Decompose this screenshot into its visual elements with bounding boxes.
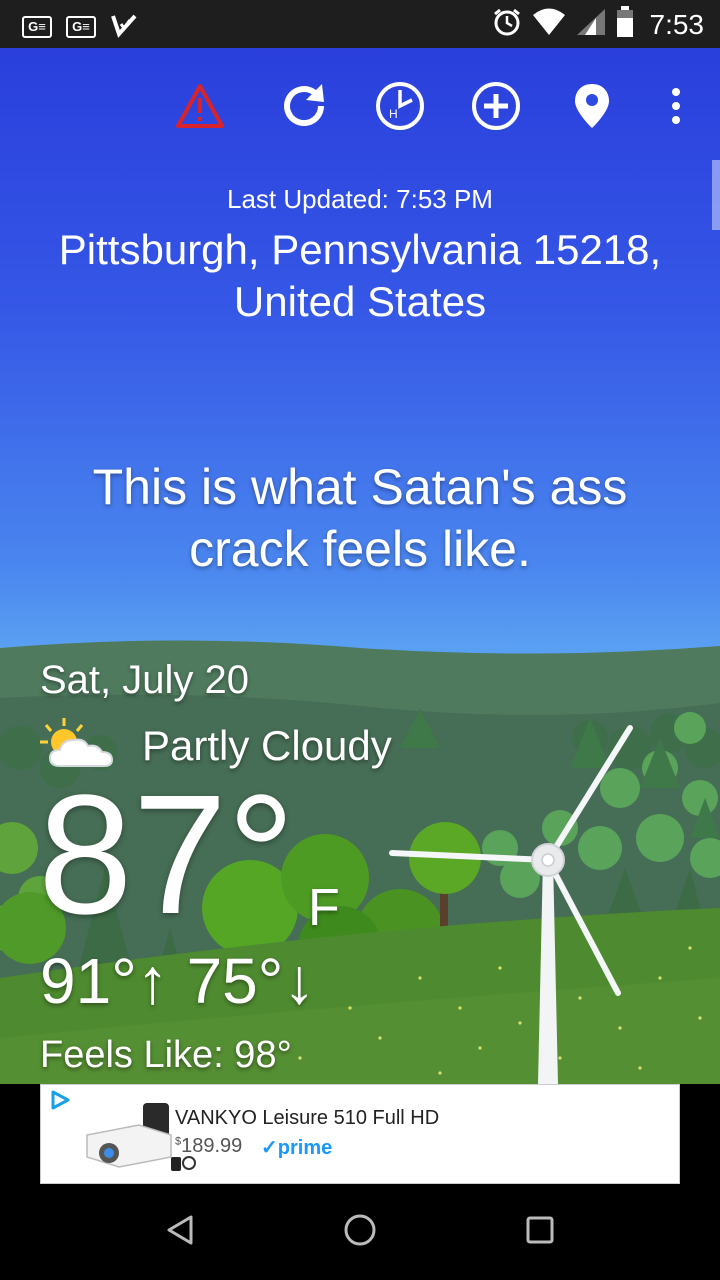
forecast-date: Sat, July 20 [40, 658, 250, 702]
weather-phrase: This is what Satan's ass crack feels lik… [92, 459, 628, 577]
hourly-button[interactable]: H [370, 78, 430, 138]
back-button[interactable] [156, 1208, 204, 1256]
last-updated: Last Updated: 7:53 PM [227, 184, 493, 214]
status-right: 7:53 [492, 6, 705, 43]
recents-button[interactable] [516, 1208, 564, 1256]
back-icon [165, 1214, 195, 1251]
ad-title: VANKYO Leisure 510 Full HD [175, 1107, 440, 1129]
status-bar: G≡ G≡ 7:53 [0, 0, 720, 48]
hourly-icon: H [374, 80, 426, 137]
home-button[interactable] [336, 1208, 384, 1256]
battery-icon [616, 6, 634, 43]
alert-button[interactable] [170, 78, 230, 138]
navigation-bar [0, 1184, 720, 1280]
location-button[interactable] [562, 78, 622, 138]
alert-icon [175, 83, 225, 134]
toolbar: H [0, 78, 720, 138]
current-temperature: 87° [38, 760, 296, 950]
hourly-letter: H [389, 107, 398, 121]
status-time: 7:53 [649, 8, 705, 40]
location-name: Pittsburgh, Pennsylvania 15218, United S… [58, 226, 662, 325]
overflow-menu-button[interactable] [646, 78, 706, 138]
refresh-icon [278, 80, 330, 137]
ge-icon: G≡ [22, 15, 52, 38]
feels-like: Feels Like: 98° [40, 1034, 292, 1076]
ad-banner[interactable]: VANKYO Leisure 510 Full HD $189.99 ✓prim… [40, 1084, 680, 1184]
ad-price: $189.99 [175, 1135, 242, 1158]
prime-badge: ✓prime [261, 1137, 333, 1159]
refresh-button[interactable] [274, 78, 334, 138]
ad-price-value: 189.99 [181, 1135, 243, 1157]
ge-icon: G≡ [66, 15, 96, 38]
status-left: G≡ G≡ [22, 10, 138, 43]
alarm-icon [492, 7, 522, 42]
check-icon [110, 10, 138, 43]
home-icon [343, 1213, 377, 1252]
temperature-unit: F [308, 879, 340, 937]
add-location-button[interactable] [466, 78, 526, 138]
location-pin-icon [573, 82, 611, 135]
signal-icon [576, 8, 606, 41]
add-icon [470, 80, 522, 137]
wifi-icon [532, 8, 566, 41]
high-low-temperature: 91°↑ 75°↓ [40, 945, 316, 1017]
ad-choices-icon[interactable] [49, 1089, 71, 1116]
more-vert-icon [670, 86, 682, 131]
recents-icon [526, 1216, 554, 1249]
weather-main: H Last Updated: 7:53 PM Pittsburgh, Penn… [0, 48, 720, 1084]
